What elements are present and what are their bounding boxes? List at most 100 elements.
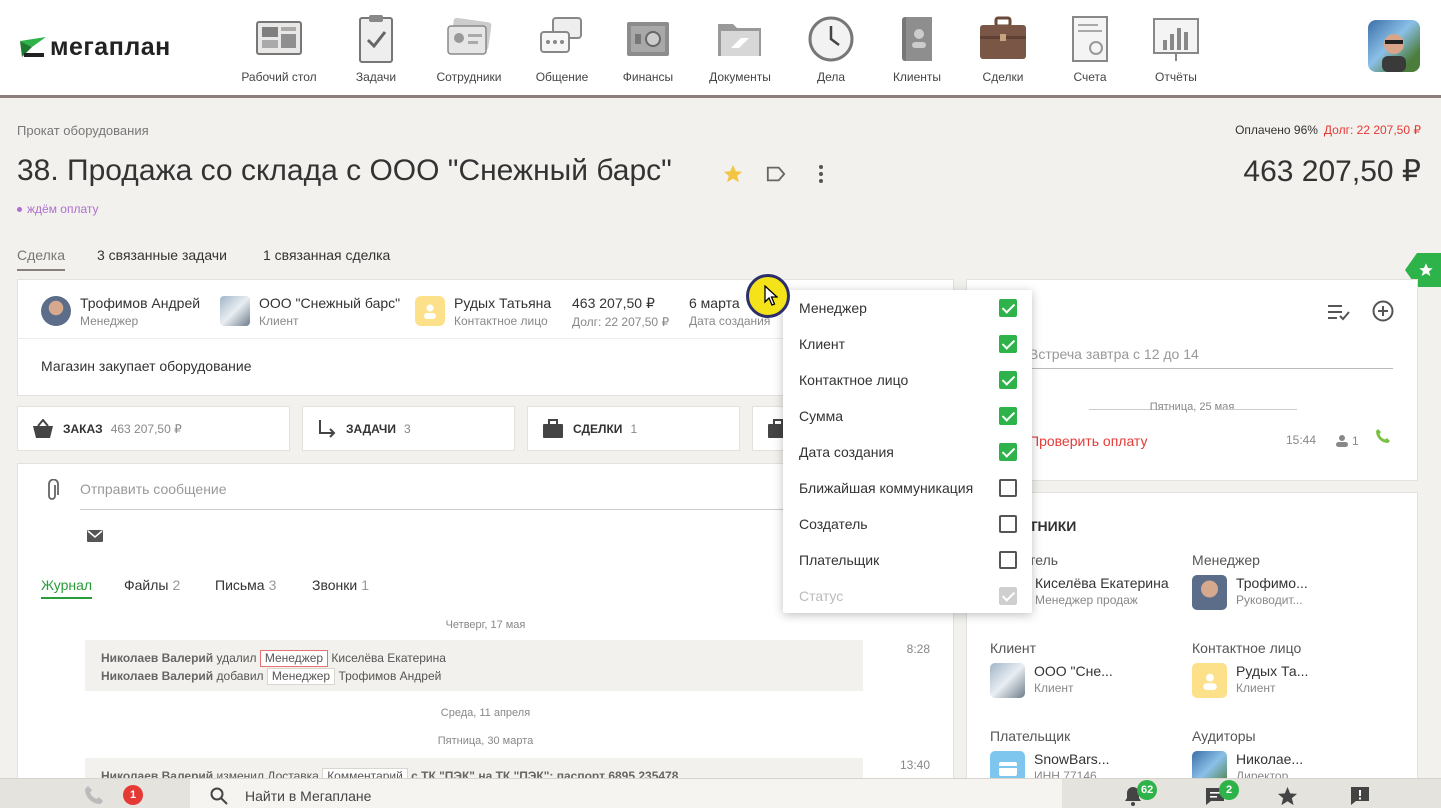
debt-amount: Долг: 22 207,50 ₽ <box>1323 123 1421 137</box>
todo-card: Встреча завтра с 12 до 14 Пятница, 25 ма… <box>966 279 1418 481</box>
checklist-icon[interactable] <box>1328 303 1350 321</box>
checkbox[interactable] <box>999 551 1017 569</box>
contacts-book-icon <box>902 17 932 61</box>
todo-input[interactable]: Встреча завтра с 12 до 14 <box>1029 346 1393 369</box>
log-target[interactable]: Киселёва Екатерина <box>331 651 446 665</box>
log-action: добавил <box>216 669 264 683</box>
manager-person[interactable]: Трофимо... Руководит... <box>1192 575 1308 610</box>
briefcase-icon <box>543 418 563 438</box>
tasks-count: 3 <box>404 421 411 436</box>
nav-desktop-label: Рабочий стол <box>241 70 317 84</box>
nav-reports[interactable]: Отчёты <box>1131 14 1221 84</box>
tab-related-tasks[interactable]: 3 связанные задачи <box>97 247 227 263</box>
summary-manager[interactable]: Трофимов Андрей Менеджер <box>41 295 200 328</box>
email-icon[interactable] <box>87 530 103 542</box>
nav-desktop[interactable]: Рабочий стол <box>234 14 324 84</box>
tasks-block[interactable]: ЗАДАЧИ 3 <box>302 406 515 451</box>
summary-client[interactable]: ООО "Снежный барс" Клиент <box>220 295 400 328</box>
option-created-date[interactable]: Дата создания <box>799 434 1019 470</box>
card-icon <box>998 761 1017 776</box>
phone-icon[interactable] <box>85 786 105 804</box>
checkbox[interactable] <box>999 515 1017 533</box>
log-author[interactable]: Николаев Валерий <box>101 651 213 665</box>
sum-value: 463 207,50 ₽ <box>572 295 655 311</box>
option-client[interactable]: Клиент <box>799 326 1019 362</box>
nav-clients[interactable]: Клиенты <box>872 14 962 84</box>
nav-deals[interactable]: Сделки <box>958 14 1048 84</box>
tab-letters[interactable]: Письма 3 <box>215 577 276 593</box>
nav-invoices[interactable]: Счета <box>1045 14 1135 84</box>
tab-files[interactable]: Файлы 2 <box>124 577 180 593</box>
favorite-star-icon[interactable] <box>722 163 744 185</box>
nav-tasks[interactable]: Задачи <box>331 14 421 84</box>
order-block[interactable]: ЗАКАЗ 463 207,50 ₽ <box>17 406 290 451</box>
status-badge[interactable]: ждём оплату <box>17 202 99 216</box>
option-label: Создатель <box>799 516 868 532</box>
option-label: Плательщик <box>799 552 880 568</box>
tab-deal[interactable]: Сделка <box>17 247 65 271</box>
more-menu-icon[interactable] <box>814 164 828 184</box>
checkbox[interactable] <box>999 299 1017 317</box>
nav-communication[interactable]: Общение <box>517 14 607 84</box>
phone-call-icon[interactable] <box>1375 428 1391 444</box>
log-field-tag: Менеджер <box>259 650 329 667</box>
option-nearest-communication[interactable]: Ближайшая коммуникация <box>799 470 1019 506</box>
tag-icon[interactable] <box>765 164 787 184</box>
tab-files-label: Файлы <box>124 577 169 593</box>
creator-person[interactable]: Киселёва Екатерина Менеджер продаж <box>1035 575 1169 607</box>
client-role: Клиент <box>259 314 299 328</box>
deals-block[interactable]: СДЕЛКИ 1 <box>527 406 740 451</box>
tab-journal[interactable]: Журнал <box>41 577 93 599</box>
log-target[interactable]: Трофимов Андрей <box>338 669 441 683</box>
breadcrumb[interactable]: Прокат оборудования <box>17 123 149 138</box>
top-navigation: мегаплан Рабочий стол Задачи Сотрудники … <box>0 0 1441 98</box>
option-label: Дата создания <box>799 444 894 460</box>
tab-calls[interactable]: Звонки 1 <box>312 577 369 593</box>
option-sum[interactable]: Сумма <box>799 398 1019 434</box>
checkbox[interactable] <box>999 371 1017 389</box>
search-input[interactable]: Найти в Мегаплане <box>245 788 371 804</box>
client-name: ООО "Сне... <box>1034 663 1113 679</box>
option-contact[interactable]: Контактное лицо <box>799 362 1019 398</box>
option-manager[interactable]: Менеджер <box>799 290 1019 326</box>
add-circle-icon[interactable] <box>1372 300 1394 322</box>
todo-task[interactable]: Проверить оплату <box>1029 433 1148 449</box>
summary-contact[interactable]: Рудых Татьяна Контактное лицо <box>415 295 551 328</box>
checkbox[interactable] <box>999 335 1017 353</box>
nav-affairs[interactable]: Дела <box>786 14 876 84</box>
nav-documents[interactable]: Документы <box>695 14 785 84</box>
checkbox[interactable] <box>999 479 1017 497</box>
logo[interactable]: мегаплан <box>18 33 171 62</box>
option-payer[interactable]: Плательщик <box>799 542 1019 578</box>
creator-role: Менеджер продаж <box>1035 593 1138 607</box>
page-title: 38. Продажа со склада с ООО "Снежный бар… <box>17 154 672 187</box>
avatar <box>41 296 71 326</box>
log-time: 13:40 <box>899 758 930 772</box>
log-author[interactable]: Николаев Валерий <box>101 669 213 683</box>
nav-finance-label: Финансы <box>622 70 674 84</box>
message-input[interactable]: Отправить сообщение <box>80 481 800 510</box>
checkbox[interactable] <box>999 443 1017 461</box>
client-person[interactable]: ООО "Сне... Клиент <box>990 663 1113 698</box>
attach-icon[interactable] <box>45 479 59 503</box>
todo-time: 15:44 <box>1286 433 1317 447</box>
auditor-name: Николае... <box>1236 751 1304 767</box>
nav-deals-label: Сделки <box>982 70 1024 84</box>
checkbox[interactable] <box>999 407 1017 425</box>
deal-description[interactable]: Магазин закупает оборудование <box>41 358 252 374</box>
nav-employees[interactable]: Сотрудники <box>424 14 514 84</box>
option-creator[interactable]: Создатель <box>799 506 1019 542</box>
manager-role: Менеджер <box>80 314 139 328</box>
nav-finance[interactable]: Финансы <box>603 14 693 84</box>
feedback-icon[interactable] <box>1350 786 1370 806</box>
deal-amount: 463 207,50 ₽ <box>1243 155 1421 188</box>
tab-related-deal[interactable]: 1 связанная сделка <box>263 247 390 263</box>
favorites-star-icon[interactable] <box>1277 786 1298 806</box>
nav-documents-label: Документы <box>709 70 771 84</box>
log-action: удалил <box>216 651 257 665</box>
contact-label: Контактное лицо <box>1192 640 1302 656</box>
person-icon <box>1336 435 1348 447</box>
tab-journal-label: Журнал <box>41 577 93 593</box>
user-avatar[interactable] <box>1368 20 1420 72</box>
contact-person[interactable]: Рудых Та... Клиент <box>1192 663 1308 698</box>
